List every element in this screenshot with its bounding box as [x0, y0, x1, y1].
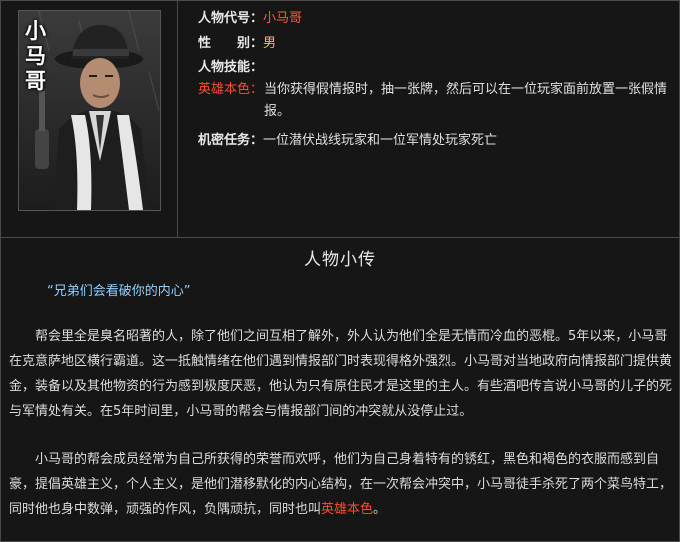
- info-panel: 人物代号：小马哥 性 别：男 人物技能： 英雄本色： 当你获得假情报时，抽一张牌…: [178, 1, 679, 237]
- mission-label: 机密任务：: [198, 133, 264, 148]
- skill-label: 人物技能：: [198, 60, 264, 75]
- character-portrait[interactable]: 小 马 哥: [18, 10, 161, 211]
- skill-name: 英雄本色：: [198, 82, 264, 97]
- portrait-cell: 小 马 哥: [1, 1, 178, 237]
- skill-description: 当你获得假情报时，抽一张牌，然后可以在一位玩家面前放置一张假情报。: [264, 82, 668, 119]
- code-label: 人物代号：: [198, 11, 264, 26]
- bio-paragraph-1: 帮会里全是臭名昭著的人，除了他们之间互相了解外，外人认为他们全是无情而冷血的恶棍…: [9, 329, 673, 419]
- gender-label: 性 别：: [198, 36, 264, 51]
- mission-text: 一位潜伏战线玩家和一位军情处玩家死亡: [263, 133, 498, 148]
- code-row: 人物代号：小马哥: [198, 7, 302, 31]
- skill-block: 英雄本色： 当你获得假情报时，抽一张牌，然后可以在一位玩家面前放置一张假情报。: [198, 79, 668, 123]
- gender-value: 男: [263, 36, 277, 51]
- character-header: 小 马 哥 人物代号：小马哥 性 别：男 人物技能： 英雄本色： 当你获得假情报…: [1, 1, 679, 238]
- code-value: 小马哥: [263, 11, 303, 26]
- bio-paragraph-2-highlight: 英雄本色: [321, 502, 374, 517]
- character-card: 小 马 哥 人物代号：小马哥 性 别：男 人物技能： 英雄本色： 当你获得假情报…: [0, 0, 680, 542]
- mission-row: 机密任务：一位潜伏战线玩家和一位军情处玩家死亡: [198, 129, 497, 153]
- bio-paragraph-2-end: 。: [373, 502, 387, 517]
- gender-row: 性 别：男: [198, 32, 276, 56]
- bio-quote: “兄弟们会看破你的内心”: [47, 284, 191, 299]
- portrait-name-char: 哥: [25, 69, 46, 93]
- bio-paragraph-2: 小马哥的帮会成员经常为自己所获得的荣誉而欢呼，他们为自己身着特有的锈红，黑色和褐…: [9, 447, 673, 522]
- portrait-name-char: 马: [25, 44, 46, 68]
- skill-row: 人物技能：: [198, 56, 263, 80]
- portrait-name: 小 马 哥: [25, 19, 47, 94]
- bio-title: 人物小传: [304, 250, 376, 270]
- portrait-name-char: 小: [25, 19, 46, 43]
